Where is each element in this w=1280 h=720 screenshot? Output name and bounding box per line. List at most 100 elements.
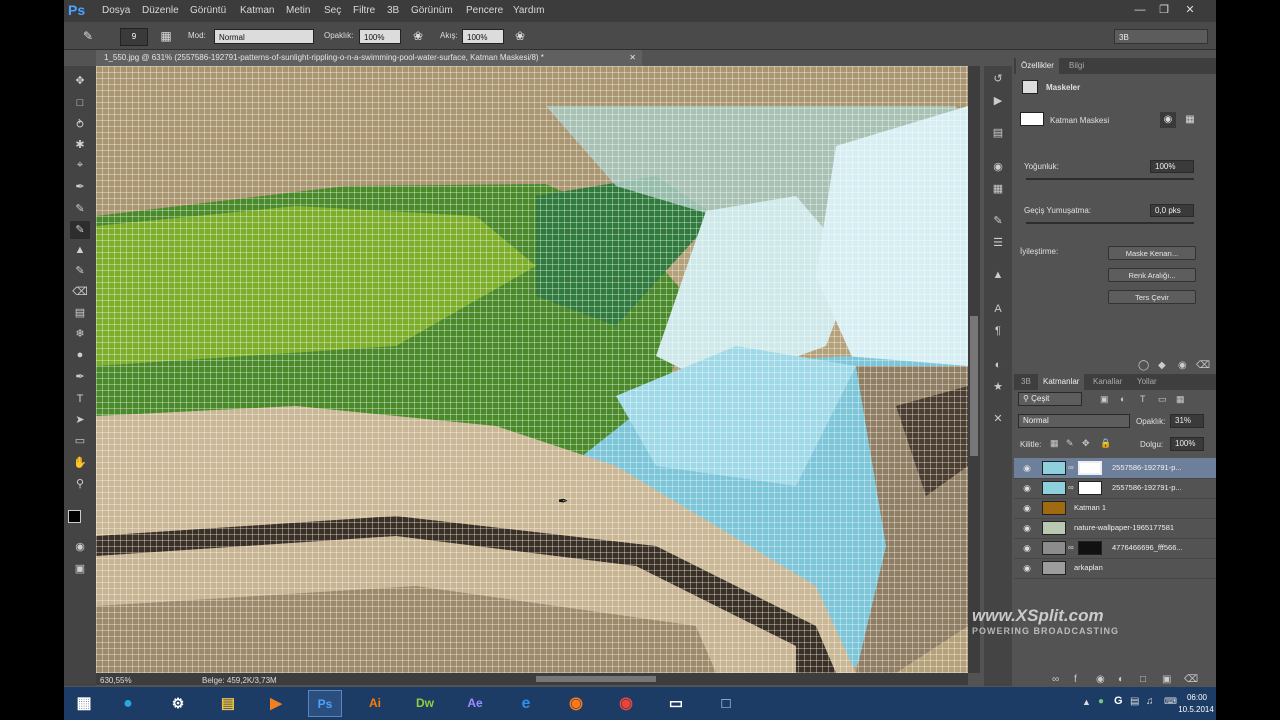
link-layers-icon[interactable]: ∞ (1052, 674, 1059, 685)
brush-tool-icon[interactable]: ✎ (80, 28, 96, 44)
tab-info[interactable]: Bilgi (1064, 58, 1089, 74)
menu-filtre[interactable]: Filtre (353, 5, 375, 16)
fill-field[interactable]: 100% (1170, 437, 1204, 451)
layer-row[interactable]: ◉ Katman 1 (1014, 498, 1216, 519)
layer-row[interactable]: ◉ ∞ 2557586-192791-p... (1014, 458, 1216, 479)
apply-mask-icon[interactable]: ◆ (1158, 360, 1166, 371)
layer-row[interactable]: ◉ ∞ 4776466696_fff566... (1014, 538, 1216, 559)
mask-edge-button[interactable]: Maske Kenarı... (1108, 246, 1196, 260)
mode-select[interactable]: Normal (214, 29, 314, 44)
tray-green-icon[interactable]: ● (1098, 696, 1104, 707)
close-tab-icon[interactable]: ✕ (629, 50, 636, 66)
clone-source-icon[interactable]: ▲ (989, 266, 1007, 284)
dodge-tool-icon[interactable]: ● (70, 346, 90, 364)
flow-field[interactable]: 100% (462, 29, 504, 44)
menu-sec[interactable]: Seç (324, 5, 341, 16)
blend-mode-select[interactable]: Normal (1018, 414, 1130, 428)
chain-icon[interactable]: ∞ (1068, 483, 1074, 492)
chrome-icon[interactable]: ◉ (606, 690, 646, 717)
filter-smart-icon[interactable]: ▦ (1176, 394, 1185, 405)
internet-explorer-icon[interactable]: e (506, 690, 546, 717)
vector-mask-icon[interactable]: ▦ (1182, 112, 1198, 128)
clone-stamp-tool-icon[interactable]: ▲ (70, 241, 90, 259)
density-slider[interactable] (1026, 178, 1194, 180)
eye-icon[interactable]: ◉ (1021, 542, 1033, 554)
hand-tool-icon[interactable]: ✋ (70, 454, 90, 472)
menu-metin[interactable]: Metin (286, 5, 310, 16)
lock-all-icon[interactable]: 🔒 (1100, 438, 1111, 449)
layer-mask-thumbnail[interactable] (1078, 541, 1102, 555)
lock-pixels-icon[interactable]: ✎ (1066, 438, 1074, 449)
volume-icon[interactable]: ♫ (1146, 696, 1154, 707)
brush-panel-icon[interactable]: ▦ (158, 28, 174, 44)
document-tab[interactable]: 1_550.jpg @ 631% (2557586-192791-pattern… (96, 50, 642, 66)
filter-type-icon[interactable]: T (1140, 394, 1146, 404)
histogram-icon[interactable]: ▤ (989, 124, 1007, 142)
menu-3b[interactable]: 3B (387, 5, 399, 16)
eye-icon[interactable]: ◉ (1021, 522, 1033, 534)
illustrator-taskbar-icon[interactable]: Ai (358, 690, 392, 717)
add-mask-icon[interactable]: ◉ (1096, 674, 1105, 685)
chain-icon[interactable]: ∞ (1068, 463, 1074, 472)
vertical-scrollbar[interactable] (968, 66, 980, 673)
layer-row[interactable]: ◉ arkaplan (1014, 558, 1216, 579)
marquee-tool-icon[interactable]: □ (70, 94, 90, 112)
tools-icon[interactable]: ✕ (989, 410, 1007, 428)
type-tool-icon[interactable]: T (70, 390, 90, 408)
load-selection-icon[interactable]: ◯ (1138, 360, 1149, 371)
new-layer-icon[interactable]: ▣ (1162, 674, 1171, 685)
chain-icon[interactable]: ∞ (1068, 543, 1074, 552)
zoom-level[interactable]: 630,55% (100, 676, 132, 685)
filter-adjustment-icon[interactable]: ◐ (1120, 394, 1125, 404)
screen-mode-icon[interactable]: ▣ (70, 560, 90, 578)
tab-channels[interactable]: Kanallar (1088, 374, 1127, 390)
filter-image-icon[interactable]: ▣ (1100, 394, 1109, 405)
skype-icon[interactable]: ● (108, 690, 148, 717)
color-icon[interactable]: ◉ (989, 158, 1007, 176)
layer-style-icon[interactable]: f (1074, 674, 1077, 685)
menu-yardim[interactable]: Yardım (513, 5, 545, 16)
layer-opacity-field[interactable]: 31% (1170, 414, 1204, 428)
layer-filter-select[interactable]: ⚲ Çeşit (1018, 392, 1082, 406)
foreground-color-swatch[interactable] (68, 510, 81, 523)
explorer-icon[interactable]: ▤ (208, 690, 248, 717)
horizontal-scroll-thumb[interactable] (536, 676, 656, 682)
lasso-tool-icon[interactable]: ⥁ (70, 116, 90, 134)
app-window-icon[interactable]: □ (706, 690, 746, 717)
brush-tool-icon[interactable]: ✎ (70, 221, 90, 239)
move-tool-icon[interactable]: ✥ (70, 72, 90, 90)
menu-gorunum[interactable]: Görünüm (411, 5, 453, 16)
eye-icon[interactable]: ◉ (1021, 462, 1033, 474)
zoom-tool-icon[interactable]: ⚲ (70, 475, 90, 493)
xsplit-broadcaster-icon[interactable]: ▭ (656, 690, 696, 717)
disable-mask-icon[interactable]: ◉ (1178, 360, 1187, 371)
quick-mask-icon[interactable]: ◉ (70, 538, 90, 556)
actions-play-icon[interactable]: ▶ (989, 92, 1007, 110)
eraser-tool-icon[interactable]: ⌫ (70, 283, 90, 301)
history-icon[interactable]: ↺ (989, 70, 1007, 88)
tray-g-icon[interactable]: G (1114, 695, 1123, 707)
brush-presets-icon[interactable]: ✎ (989, 212, 1007, 230)
tab-properties[interactable]: Özellikler (1016, 58, 1059, 74)
eye-icon[interactable]: ◉ (1021, 482, 1033, 494)
pressure-opacity-icon[interactable]: ❀ (410, 28, 426, 44)
paragraph-icon[interactable]: ¶ (989, 322, 1007, 340)
color-range-button[interactable]: Renk Aralığı... (1108, 268, 1196, 282)
styles-icon[interactable]: ★ (989, 378, 1007, 396)
brush-preset-picker[interactable]: 9 (120, 28, 148, 46)
shape-tool-icon[interactable]: ▭ (70, 432, 90, 450)
new-group-icon[interactable]: □ (1140, 674, 1146, 685)
layer-row[interactable]: ◉ nature-wallpaper-1965177581 (1014, 518, 1216, 539)
steam-icon[interactable]: ⚙ (158, 690, 198, 717)
blur-tool-icon[interactable]: ❄ (70, 325, 90, 343)
document-canvas[interactable]: ✒ (96, 66, 968, 673)
windows-start-icon[interactable]: ▦ (64, 690, 104, 717)
character-icon[interactable]: A (989, 300, 1007, 318)
quick-select-tool-icon[interactable]: ✱ (70, 136, 90, 154)
gradient-tool-icon[interactable]: ▤ (70, 304, 90, 322)
eye-icon[interactable]: ◉ (1021, 562, 1033, 574)
taskbar-date[interactable]: 10.5.2014 (1176, 705, 1216, 714)
taskbar-clock[interactable]: 06:00 (1182, 693, 1212, 702)
swatches-icon[interactable]: ▦ (989, 180, 1007, 198)
delete-layer-icon[interactable]: ⌫ (1184, 674, 1198, 685)
